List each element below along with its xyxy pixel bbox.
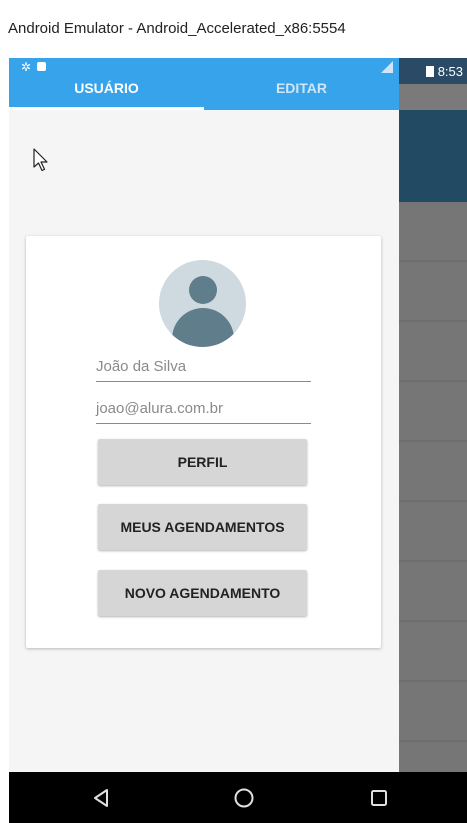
status-bar: 8:53 [399, 58, 467, 84]
perfil-button[interactable]: PERFIL [98, 439, 307, 485]
tab-editar-label: EDITAR [275, 80, 328, 96]
emulator-screen: 8:53 ✲ USUÁRIO EDITAR João da Silva joao… [9, 58, 467, 823]
tab-usuario[interactable]: USUÁRIO [9, 58, 204, 110]
battery-icon [425, 65, 434, 77]
user-card: João da Silva joao@alura.com.br PERFIL M… [26, 236, 381, 648]
user-email-field: joao@alura.com.br [96, 394, 311, 424]
navigation-drawer: ✲ USUÁRIO EDITAR João da Silva joao@alur… [9, 58, 399, 772]
mouse-pointer-icon [33, 148, 49, 177]
recent-apps-square-icon [371, 789, 387, 806]
user-name-field: João da Silva [96, 352, 311, 382]
back-triangle-icon [94, 788, 108, 807]
recent-apps-button[interactable] [349, 772, 409, 823]
tab-usuario-label: USUÁRIO [74, 80, 139, 96]
background-app-list [399, 202, 467, 772]
tab-bar: ✲ USUÁRIO EDITAR [9, 58, 399, 110]
home-circle-icon [234, 788, 254, 807]
home-button[interactable] [214, 772, 274, 823]
status-time: 8:53 [437, 63, 463, 79]
meus-agendamentos-button[interactable]: MEUS AGENDAMENTOS [98, 504, 307, 550]
back-button[interactable] [71, 772, 131, 823]
background-app-toolbar [399, 110, 467, 202]
tab-indicator [9, 107, 204, 110]
tab-editar[interactable]: EDITAR [204, 58, 399, 110]
android-navigation-bar [9, 772, 467, 823]
person-avatar-icon [159, 260, 246, 347]
novo-agendamento-button[interactable]: NOVO AGENDAMENTO [98, 570, 307, 616]
window-title: Android Emulator - Android_Accelerated_x… [0, 0, 467, 58]
